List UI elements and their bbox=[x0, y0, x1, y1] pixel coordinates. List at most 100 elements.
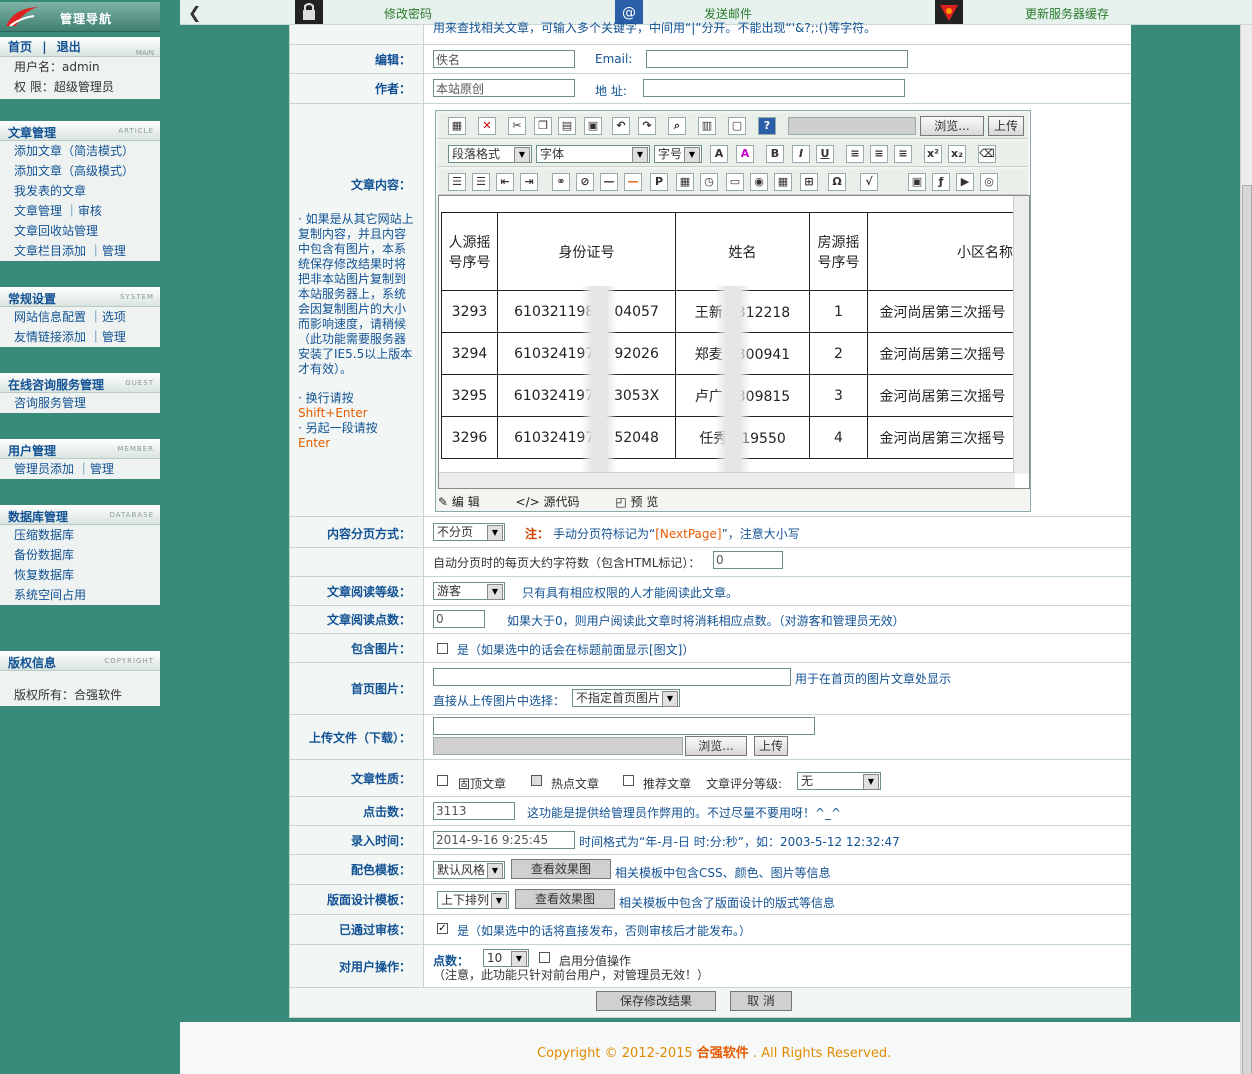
editor-vertical-scrollbar[interactable] bbox=[1013, 196, 1029, 474]
paste-icon[interactable]: ▤ bbox=[558, 117, 576, 135]
outdent-icon[interactable]: ⇤ bbox=[496, 173, 514, 191]
font-select[interactable]: 字体 bbox=[536, 145, 650, 163]
refresh-cache-icon[interactable] bbox=[934, 0, 964, 24]
editor-horizontal-scrollbar[interactable] bbox=[439, 472, 1015, 488]
clock-icon[interactable]: ◷ bbox=[700, 173, 718, 191]
bold-icon[interactable]: B bbox=[766, 145, 784, 163]
scrollbar-thumb[interactable] bbox=[1242, 185, 1252, 1074]
menu-item-backup-db[interactable]: 备份数据库 bbox=[0, 545, 160, 565]
user-op-points-select[interactable]: 10 bbox=[483, 949, 529, 967]
horizontal-rule-icon[interactable]: — bbox=[600, 173, 618, 191]
top-article-checkbox[interactable] bbox=[437, 775, 448, 786]
table-icon[interactable]: ⊞ bbox=[800, 173, 818, 191]
upload-path-input[interactable] bbox=[433, 717, 815, 735]
image-icon[interactable]: ▣ bbox=[908, 173, 926, 191]
source-mode-tab[interactable]: </> 源代码 bbox=[516, 495, 596, 509]
media-icon[interactable]: ▶ bbox=[956, 173, 974, 191]
menu-item-add-simple[interactable]: 添加文章（简洁模式） bbox=[0, 141, 160, 161]
chevron-left-icon[interactable]: ❮ bbox=[188, 3, 201, 22]
web-icon[interactable]: ◉ bbox=[750, 173, 768, 191]
save-icon[interactable]: ▢ bbox=[728, 117, 746, 135]
home-link[interactable]: 首页 bbox=[8, 40, 32, 54]
excel-icon[interactable]: ▦ bbox=[774, 173, 792, 191]
align-right-icon[interactable]: ≡ bbox=[894, 145, 912, 163]
undo-icon[interactable]: ↶ bbox=[612, 117, 630, 135]
hits-input[interactable] bbox=[433, 802, 515, 820]
menu-item-add-advanced[interactable]: 添加文章（高级模式） bbox=[0, 161, 160, 181]
menu-item-restore-db[interactable]: 恢复数据库 bbox=[0, 565, 160, 585]
home-image-select[interactable]: 不指定首页图片 bbox=[572, 689, 680, 707]
underline-icon[interactable]: U bbox=[816, 145, 834, 163]
layout-select[interactable]: 上下排列 bbox=[437, 891, 509, 909]
menu-article-head[interactable]: 文章管理 ARTICLE bbox=[0, 121, 160, 141]
layout-preview-button[interactable]: 查看效果图 bbox=[515, 889, 615, 909]
menu-member-head[interactable]: 用户管理 MEMBER bbox=[0, 439, 160, 459]
flash-icon[interactable]: ƒ bbox=[932, 173, 950, 191]
menu-item-space[interactable]: 系统空间占用 bbox=[0, 585, 160, 605]
editor-input[interactable] bbox=[433, 50, 575, 68]
link-icon[interactable]: ⚭ bbox=[552, 173, 570, 191]
unlink-icon[interactable]: ⊘ bbox=[576, 173, 594, 191]
has-image-checkbox[interactable] bbox=[437, 643, 448, 654]
font-size-select[interactable]: 字号 bbox=[654, 145, 702, 163]
cut-icon[interactable]: ✂ bbox=[508, 117, 526, 135]
enable-score-checkbox[interactable] bbox=[539, 952, 550, 963]
preview-mode-tab[interactable]: ◰ 预 览 bbox=[615, 495, 674, 509]
hot-article-checkbox[interactable] bbox=[531, 775, 542, 786]
paragraph-format-select[interactable]: 段落格式 bbox=[448, 145, 532, 163]
copyright-brand[interactable]: 合强软件 bbox=[697, 1046, 749, 1061]
menu-item-admin-add[interactable]: 管理员添加 ｜管理 bbox=[0, 459, 160, 479]
menu-item-compress-db[interactable]: 压缩数据库 bbox=[0, 525, 160, 545]
ordered-list-icon[interactable]: ☰ bbox=[448, 173, 466, 191]
formula-icon[interactable]: √ bbox=[860, 173, 878, 191]
paging-select[interactable]: 不分页 bbox=[433, 523, 505, 541]
rating-select[interactable]: 无 bbox=[797, 772, 881, 790]
menu-guest-head[interactable]: 在线咨询服务管理 GUEST bbox=[0, 373, 160, 393]
save-button[interactable]: 保存修改结果 bbox=[596, 991, 716, 1011]
redo-icon[interactable]: ↷ bbox=[638, 117, 656, 135]
template-preview-button[interactable]: 查看效果图 bbox=[511, 859, 611, 879]
editor-upload-button[interactable]: 上传 bbox=[988, 116, 1024, 136]
frame-icon[interactable]: ▭ bbox=[726, 173, 744, 191]
bg-color-icon[interactable]: A bbox=[736, 145, 754, 163]
align-center-icon[interactable]: ≡ bbox=[870, 145, 888, 163]
change-password-link[interactable]: 修改密码 bbox=[384, 5, 432, 22]
editor-browse-button[interactable]: 浏览... bbox=[920, 116, 984, 136]
recommend-article-checkbox[interactable] bbox=[623, 775, 634, 786]
home-image-input[interactable] bbox=[433, 668, 791, 686]
indent-icon[interactable]: ⇥ bbox=[520, 173, 538, 191]
delete-icon[interactable]: ✕ bbox=[478, 117, 496, 135]
menu-item-my-articles[interactable]: 我发表的文章 bbox=[0, 181, 160, 201]
upload-path-field[interactable] bbox=[788, 117, 916, 135]
logout-link[interactable]: 退出 bbox=[57, 40, 81, 54]
page-break-icon[interactable]: P bbox=[650, 173, 668, 191]
menu-item-recycle[interactable]: 文章回收站管理 bbox=[0, 221, 160, 241]
menu-system-head[interactable]: 常规设置 SYSTEM bbox=[0, 287, 160, 307]
lock-icon[interactable] bbox=[294, 0, 324, 24]
superscript-icon[interactable]: x² bbox=[924, 145, 942, 163]
author-input[interactable] bbox=[433, 79, 575, 97]
menu-item-site-config[interactable]: 网站信息配置 ｜选项 bbox=[0, 307, 160, 327]
eraser-icon[interactable]: ⌫ bbox=[978, 145, 996, 163]
upload-button[interactable]: 上传 bbox=[754, 736, 788, 756]
find-icon[interactable]: ⌕ bbox=[668, 117, 686, 135]
italic-icon[interactable]: I bbox=[792, 145, 810, 163]
menu-item-consult[interactable]: 咨询服务管理 bbox=[0, 393, 160, 413]
paste-text-icon[interactable]: ▣ bbox=[584, 117, 602, 135]
help-icon[interactable]: ? bbox=[758, 117, 776, 135]
read-level-select[interactable]: 游客 bbox=[433, 582, 505, 600]
auto-page-input[interactable] bbox=[713, 551, 783, 569]
cancel-button[interactable]: 取 消 bbox=[730, 991, 792, 1011]
approved-checkbox[interactable]: ✓ bbox=[437, 923, 448, 934]
template-select[interactable]: 默认风格 bbox=[433, 861, 505, 879]
special-char-icon[interactable]: Ω bbox=[828, 173, 846, 191]
unordered-list-icon[interactable]: ☰ bbox=[472, 173, 490, 191]
menu-item-links[interactable]: 友情链接添加 ｜管理 bbox=[0, 327, 160, 347]
email-input[interactable] bbox=[646, 50, 908, 68]
time-input[interactable] bbox=[433, 831, 575, 849]
select-all-icon[interactable]: ▦ bbox=[448, 117, 466, 135]
calendar-icon[interactable]: ▦ bbox=[676, 173, 694, 191]
upload-file-field[interactable] bbox=[433, 737, 683, 755]
align-left-icon[interactable]: ≡ bbox=[846, 145, 864, 163]
edit-mode-tab[interactable]: ✎ 编 辑 bbox=[438, 495, 496, 509]
